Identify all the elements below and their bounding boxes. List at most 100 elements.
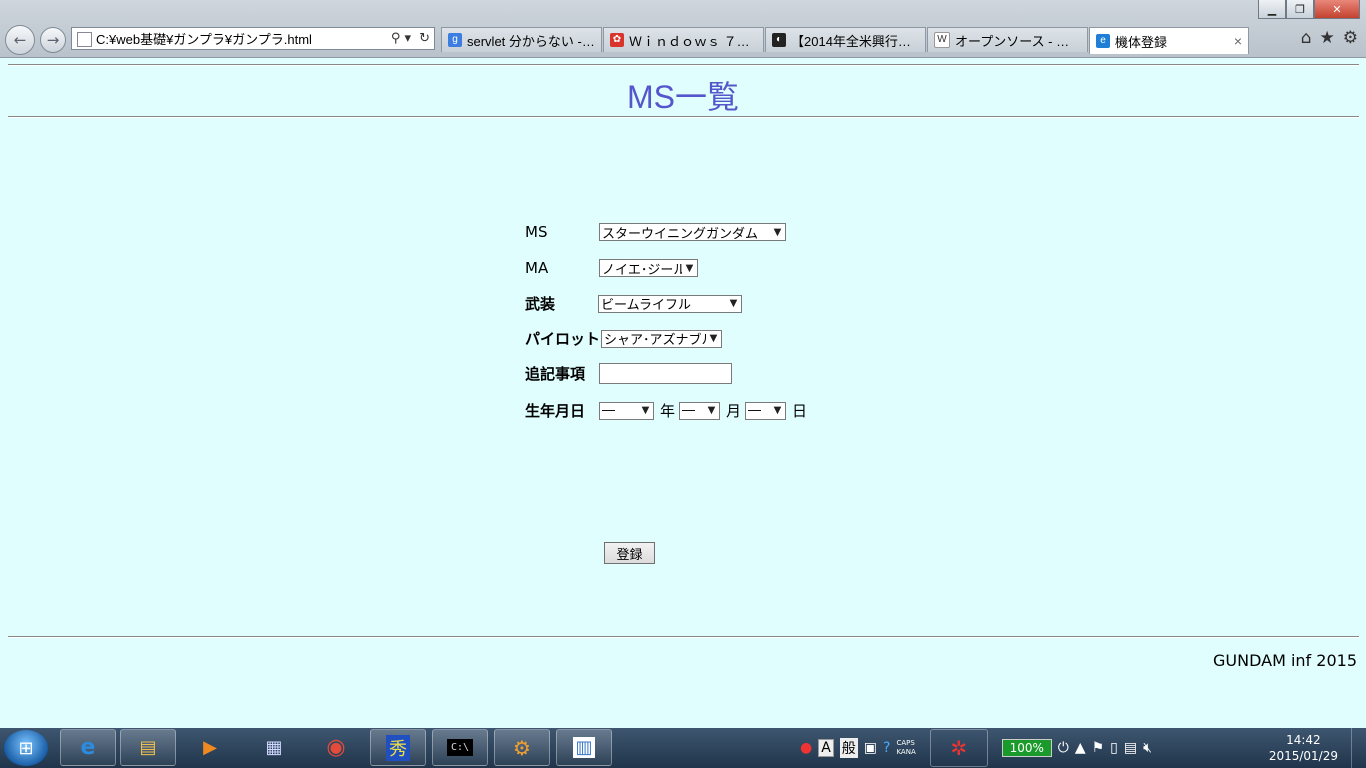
top-divider: [8, 64, 1359, 66]
network-icon[interactable]: ▤: [1124, 740, 1137, 756]
tab-label: オープンソース - Wiki...: [955, 33, 1081, 49]
birth-day-select[interactable]: ― ▼: [745, 401, 787, 420]
window-controls: ▁ ❐ ✕: [1258, 0, 1360, 19]
favorites-star-icon[interactable]: ★: [1320, 28, 1335, 48]
birth-month-value: ―: [682, 403, 696, 418]
maximize-button[interactable]: ❐: [1286, 0, 1314, 19]
device-icon[interactable]: ▯: [1110, 740, 1118, 756]
footer-divider: [8, 636, 1359, 638]
settings-gear-icon[interactable]: ⚙: [1343, 28, 1358, 48]
chevron-down-icon: ▼: [729, 298, 738, 309]
forward-button[interactable]: →: [40, 27, 66, 53]
month-unit: 月: [726, 402, 742, 420]
system-tray: ● A 般 ▣ ? CAPS KANA ✲ 100% ⏻ ▲ ⚑ ▯ ▤ 🔇︎: [800, 728, 1152, 768]
tab-label: 【2014年全米興行成...: [791, 33, 919, 49]
taskbar-app-circle[interactable]: ✲: [929, 729, 988, 767]
taskbar-internet-explorer[interactable]: e: [60, 729, 116, 766]
page-content: MS一覧 MS スターウイニングガンダム ▼ MA ノイエ･ジール ▼ 武装 ビ…: [0, 58, 1366, 728]
taskbar-java-ee-ide[interactable]: ⚙: [494, 729, 550, 766]
birthdate-row: 生年月日 ― ▼ 年 ― ▼ 月 ― ▼ 日: [525, 400, 811, 421]
search-icon[interactable]: ⚲ ▾: [387, 31, 415, 46]
google-icon: g: [448, 33, 462, 47]
tray-expand-icon[interactable]: ▲: [1075, 740, 1086, 756]
kana-label: KANA: [896, 748, 916, 756]
refresh-icon[interactable]: ↻: [415, 31, 434, 46]
tab-windows7[interactable]: ✿ Ｗｉｎｄｏｗｓ ７の...: [603, 27, 764, 52]
forward-arrow-icon: →: [46, 31, 60, 49]
action-center-flag-icon[interactable]: ⚑: [1092, 740, 1105, 756]
day-unit: 日: [792, 402, 808, 420]
ma-select-value: ノイエ･ジール: [602, 262, 682, 278]
ime-tools-icon[interactable]: ▣: [864, 740, 877, 756]
taskbar-hidemaru[interactable]: 秀: [370, 729, 426, 766]
show-desktop-button[interactable]: [1351, 728, 1366, 768]
chevron-down-icon: ▼: [773, 226, 782, 238]
year-unit: 年: [660, 402, 676, 420]
site-icon: ✿: [610, 33, 624, 47]
page-title: MS一覧: [626, 79, 739, 115]
taskbar-file-explorer[interactable]: ▤: [120, 729, 176, 766]
chevron-down-icon: ▼: [707, 405, 716, 416]
close-window-button[interactable]: ✕: [1314, 0, 1360, 19]
title-divider: [8, 116, 1359, 118]
folder-icon: ▤: [139, 737, 157, 758]
register-button[interactable]: 登録: [604, 542, 655, 564]
tab-wikipedia[interactable]: W オープンソース - Wiki...: [927, 27, 1088, 52]
ime-mode-general[interactable]: 般: [839, 738, 858, 758]
pilot-select[interactable]: シャア･アズナブル ▼: [601, 329, 722, 348]
taskbar-control-panel[interactable]: ▦: [246, 729, 302, 766]
chevron-down-icon: ▼: [709, 333, 718, 344]
chevron-down-icon: ▼: [773, 405, 782, 416]
address-url[interactable]: C:¥web基礎¥ガンプラ¥ガンプラ.html: [72, 29, 387, 48]
command-prompt-icon: C:\: [446, 739, 474, 756]
ms-select-value: スターウイニングガンダム: [602, 226, 759, 242]
caps-kana-indicator: CAPS KANA: [896, 739, 915, 757]
help-icon[interactable]: ?: [883, 740, 890, 756]
notes-input[interactable]: [599, 363, 732, 384]
pilot-select-value: シャア･アズナブル: [604, 333, 706, 348]
birth-month-select[interactable]: ― ▼: [679, 401, 721, 420]
birthdate-label: 生年月日: [525, 402, 586, 420]
home-icon[interactable]: ⌂: [1301, 28, 1312, 48]
ma-select[interactable]: ノイエ･ジール ▼: [599, 259, 698, 278]
footer-text: GUNDAM inf 2015: [1213, 651, 1357, 670]
clock[interactable]: 14:42 2015/01/29: [1269, 732, 1338, 764]
volume-muted-icon[interactable]: 🔇︎: [1143, 740, 1152, 756]
power-plug-icon[interactable]: ⏻: [1058, 740, 1069, 756]
taskbar-chrome[interactable]: ◉: [308, 729, 364, 766]
taskbar-spreadsheet[interactable]: ▥: [556, 729, 612, 766]
windows-logo-icon: ⊞: [18, 737, 34, 759]
start-button[interactable]: ⊞: [4, 730, 48, 766]
ms-row: MS スターウイニングガンダム ▼: [525, 223, 786, 242]
battery-indicator[interactable]: 100%: [1001, 739, 1052, 757]
taskbar-media-player[interactable]: ▶: [182, 729, 238, 766]
weapon-row: 武装 ビームライフル ▼: [525, 293, 742, 314]
back-button[interactable]: ←: [5, 25, 35, 55]
control-panel-icon: ▦: [265, 737, 283, 758]
tab-servlet[interactable]: g servlet 分からない - ...: [441, 27, 602, 52]
ms-select[interactable]: スターウイニングガンダム ▼: [599, 223, 786, 242]
back-arrow-icon: ←: [13, 31, 27, 49]
address-bar[interactable]: C:¥web基礎¥ガンプラ¥ガンプラ.html ⚲ ▾ ↻: [71, 27, 435, 50]
media-player-icon: ▶: [203, 737, 217, 758]
wikipedia-icon: W: [934, 32, 950, 48]
taskbar-command-prompt[interactable]: C:\: [432, 729, 488, 766]
taskbar: ⊞ e ▤ ▶ ▦ ◉ 秀 C:\ ⚙ ▥ ● A 般 ▣ ? CAPS KAN…: [0, 728, 1366, 768]
pilot-label: パイロット: [525, 330, 601, 348]
chevron-down-icon: ▼: [641, 405, 650, 416]
birth-year-select[interactable]: ― ▼: [599, 401, 654, 420]
tab-boxoffice[interactable]: ◐ 【2014年全米興行成...: [765, 27, 926, 52]
ie-icon: e: [80, 735, 96, 760]
java-ide-icon: ⚙: [513, 735, 531, 760]
tab-label: 機体登録: [1115, 34, 1168, 50]
minimize-button[interactable]: ▁: [1258, 0, 1286, 19]
weapon-select-value: ビームライフル: [601, 298, 691, 313]
notification-icon[interactable]: ●: [800, 740, 812, 756]
chrome-icon: ◉: [326, 735, 346, 760]
ime-mode-a[interactable]: A: [818, 739, 834, 757]
birth-year-value: ―: [602, 403, 615, 418]
weapon-select[interactable]: ビームライフル ▼: [598, 294, 742, 313]
clock-time: 14:42: [1286, 733, 1321, 747]
close-tab-icon[interactable]: ×: [1234, 33, 1242, 49]
tab-active[interactable]: e 機体登録 ×: [1089, 27, 1249, 54]
